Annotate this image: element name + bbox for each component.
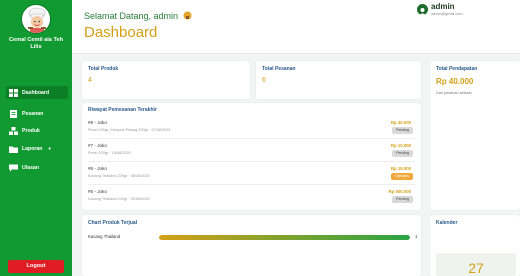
- brand-name: Cemal Cemil ala Teh Lilis: [9, 37, 63, 50]
- order-row[interactable]: #7 - Joko Pecel 100gr · 14/08/2025 Rp 10…: [88, 140, 415, 162]
- sidebar-item-label: Dashboard: [22, 89, 50, 96]
- page-header: Selamat Datang, admin Dashboard admin ad…: [72, 0, 520, 54]
- calendar-title: Kalender: [436, 220, 458, 226]
- order-row[interactable]: #8 - Joko Pecel 100gr; Kerupuk Pisang 20…: [88, 117, 415, 139]
- sidebar-item-label: Ulasan: [22, 164, 40, 171]
- sidebar-item-label: Laporan: [22, 145, 43, 152]
- stat-label: Total Pendapatan: [436, 66, 478, 72]
- chart-title: Chart Produk Terjual: [88, 220, 138, 226]
- grid-icon: [9, 88, 18, 97]
- sidebar-item-label: Pesanan: [22, 110, 44, 117]
- greeting: Selamat Datang, admin: [84, 11, 192, 21]
- receipt-icon: [9, 109, 18, 118]
- stat-value: 6: [262, 77, 266, 84]
- stat-note: Dari pesanan selesai: [436, 91, 472, 95]
- status-badge: Diproses: [391, 173, 413, 180]
- logout-button[interactable]: Logout: [8, 260, 64, 273]
- stat-card-produk: Total Produk 4: [82, 61, 250, 99]
- order-id: #8 - Joko: [88, 120, 107, 125]
- stat-card-pendapatan: Total Pendapatan Rp 40.000 Dari pesanan …: [430, 61, 520, 210]
- order-desc: Kacang Thailand 100gr · 02/08/2025: [88, 197, 150, 201]
- calendar-card: Kalender 27: [430, 215, 520, 276]
- chef-logo-icon: [22, 5, 50, 33]
- calendar-day[interactable]: 27: [436, 253, 516, 276]
- sidebar-item-laporan[interactable]: Laporan ▾: [6, 142, 68, 155]
- bar-value-label: 1: [415, 234, 418, 239]
- stat-value: Rp 40.000: [436, 77, 474, 86]
- brand-logo: [21, 4, 51, 34]
- orders-title: Riwayat Pemesanan Terakhir: [88, 107, 157, 113]
- page-title: Dashboard: [84, 24, 158, 41]
- order-price: Rp 500.000: [388, 189, 411, 194]
- order-price: Rp 15.000: [390, 166, 411, 171]
- sidebar: Cemal Cemil ala Teh Lilis Dashboard Pesa…: [0, 0, 72, 276]
- chevron-down-icon: ▾: [48, 145, 51, 151]
- stat-value: 4: [88, 77, 92, 84]
- order-id: #7 - Joko: [88, 143, 107, 148]
- stat-card-pesanan: Total Pesanan 6: [256, 61, 421, 99]
- greeting-text: Selamat Datang, admin: [84, 11, 179, 21]
- chat-icon: [9, 164, 18, 172]
- order-desc: Kacang Thailand 200gr · 08/08/2025: [88, 174, 150, 178]
- bar-category-label: Kacang Thailand: [88, 234, 121, 239]
- bar-fill: [159, 235, 410, 240]
- user-email: admin@gmail.com: [431, 12, 463, 16]
- bar-track: [159, 235, 410, 240]
- order-desc: Pecel 100gr; Kerupuk Pisang 200gr · 27/0…: [88, 128, 171, 132]
- order-price: Rp 10.000: [390, 143, 411, 148]
- sidebar-item-produk[interactable]: Produk: [6, 124, 68, 137]
- status-badge: Pending: [392, 150, 413, 157]
- stat-label: Total Produk: [88, 66, 119, 72]
- sidebar-item-dashboard[interactable]: Dashboard: [6, 86, 68, 99]
- order-desc: Pecel 100gr · 14/08/2025: [88, 151, 131, 155]
- sidebar-item-ulasan[interactable]: Ulasan: [6, 161, 68, 174]
- user-name[interactable]: admin: [431, 2, 455, 11]
- order-id: #5 - Joko: [88, 189, 107, 194]
- order-id: #6 - Joko: [88, 166, 107, 171]
- status-badge: Pending: [392, 127, 413, 134]
- waving-hand-icon: [183, 11, 192, 20]
- order-row[interactable]: #5 - Joko Kacang Thailand 100gr · 02/08/…: [88, 186, 415, 208]
- sidebar-item-pesanan[interactable]: Pesanan: [6, 107, 68, 120]
- order-price: Rp 40.000: [390, 120, 411, 125]
- sidebar-item-label: Produk: [22, 127, 40, 134]
- status-badge: Pending: [392, 196, 413, 203]
- stat-label: Total Pesanan: [262, 66, 296, 72]
- user-avatar-icon[interactable]: [417, 4, 428, 16]
- sold-products-chart: Chart Produk Terjual Kacang Thailand 1: [82, 215, 421, 276]
- boxes-icon: [9, 126, 18, 135]
- recent-orders-card: Riwayat Pemesanan Terakhir #8 - Joko Pec…: [82, 103, 421, 210]
- folder-icon: [9, 145, 18, 153]
- order-row[interactable]: #6 - Joko Kacang Thailand 200gr · 08/08/…: [88, 163, 415, 185]
